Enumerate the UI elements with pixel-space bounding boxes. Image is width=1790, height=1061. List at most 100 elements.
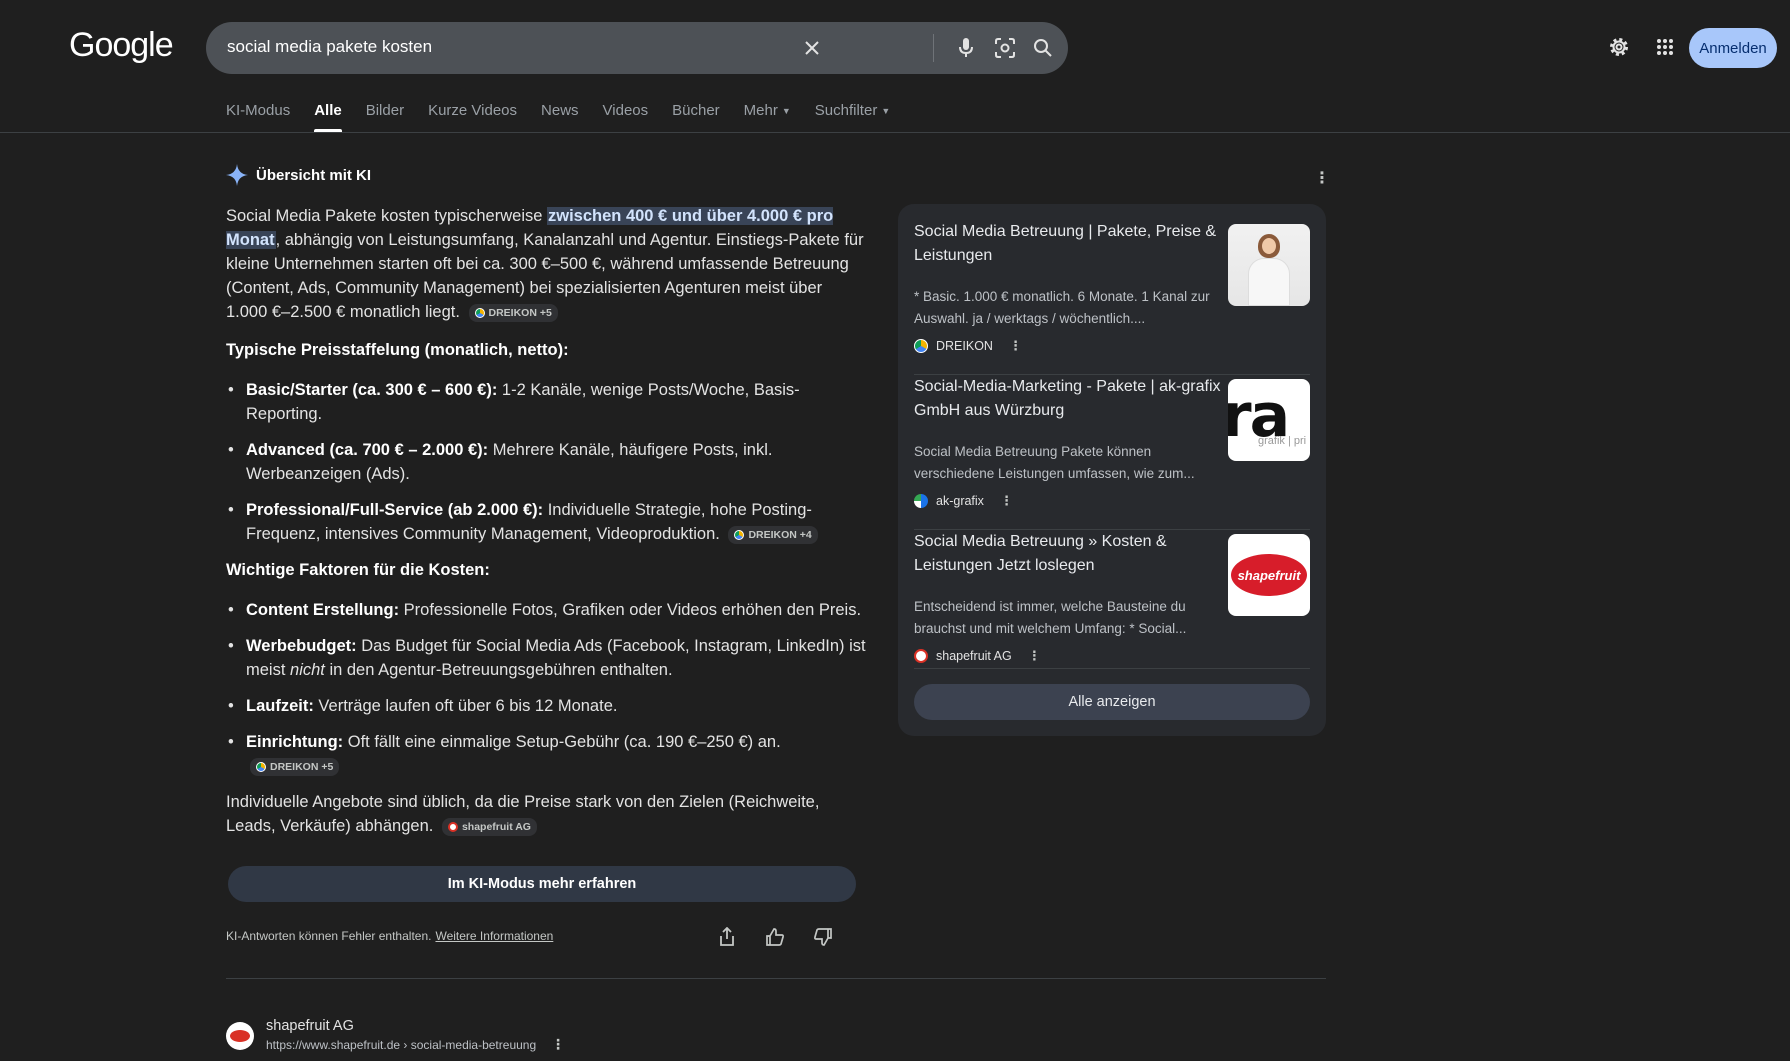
source-site-name: shapefruit AG xyxy=(936,649,1012,663)
shapefruit-favicon xyxy=(447,821,458,832)
factor-label: Laufzeit: xyxy=(246,697,314,715)
source-chip-label: shapefruit AG xyxy=(461,820,531,833)
result-url[interactable]: https://www.shapefruit.de › social-media… xyxy=(266,1038,536,1052)
tier-label: Advanced (ca. 700 € – 2.000 €): xyxy=(246,441,489,459)
dreikon-favicon xyxy=(734,529,745,540)
source-site-name: DREIKON xyxy=(936,339,993,353)
sources-panel: Social Media Betreuung | Pakete, Preise … xyxy=(898,204,1326,736)
clear-icon[interactable] xyxy=(799,35,825,61)
show-all-button[interactable]: Alle anzeigen xyxy=(914,684,1310,720)
settings-gear-icon[interactable] xyxy=(1606,34,1632,60)
source-site: ak-grafix ⋮ xyxy=(914,493,1013,509)
result-menu-icon[interactable]: ⋮ xyxy=(551,1036,565,1053)
thumbs-down-icon[interactable] xyxy=(812,926,834,948)
ai-overview-menu-icon[interactable]: ⋮ xyxy=(1314,168,1330,188)
factor-label: Werbebudget: xyxy=(246,637,357,655)
source-desc: Entscheidend ist immer, welche Bausteine… xyxy=(914,599,1187,636)
source-thumbnail[interactable] xyxy=(1228,224,1310,306)
tab-alle[interactable]: Alle xyxy=(314,100,342,132)
signin-button[interactable]: Anmelden xyxy=(1689,28,1777,68)
shapefruit-favicon xyxy=(914,649,928,663)
source-chip-label: DREIKON +4 xyxy=(748,528,812,541)
source-chip[interactable]: DREIKON +5 xyxy=(468,303,558,322)
tab-videos[interactable]: Videos xyxy=(603,100,649,132)
apps-grid-icon[interactable] xyxy=(1652,34,1678,60)
factor-emphasis: nicht xyxy=(290,661,325,679)
header-divider xyxy=(0,132,1790,133)
source-menu-icon[interactable]: ⋮ xyxy=(1009,338,1022,354)
shapefruit-logo: shapefruit xyxy=(1231,554,1307,596)
source-chip[interactable]: DREIKON +4 xyxy=(728,525,818,544)
tab-suchfilter[interactable]: Suchfilter ▼ xyxy=(815,100,890,132)
source-thumbnail[interactable]: ra grafik | pri xyxy=(1228,379,1310,461)
search-box[interactable]: social media pakete kosten xyxy=(206,22,1068,74)
thumbnail-person-body xyxy=(1248,258,1290,306)
pricing-heading: Typische Preisstaffelung (monatlich, net… xyxy=(226,341,569,359)
ki-mode-button[interactable]: Im KI-Modus mehr erfahren xyxy=(228,866,856,902)
source-desc: Social Media Betreuung Pakete können ver… xyxy=(914,444,1195,481)
factor-text: Professionelle Fotos, Grafiken oder Vide… xyxy=(399,601,862,619)
share-icon[interactable] xyxy=(716,926,738,948)
list-item: Basic/Starter (ca. 300 € – 600 €): 1-2 K… xyxy=(226,378,866,426)
factor-text: Verträge laufen oft über 6 bis 12 Monate… xyxy=(313,697,618,715)
dreikon-favicon xyxy=(914,339,928,353)
source-title[interactable]: Social-Media-Marketing - Pakete | ak-gra… xyxy=(914,375,1226,423)
ai-closing: Individuelle Angebote sind üblich, da di… xyxy=(226,790,866,838)
source-menu-icon[interactable]: ⋮ xyxy=(1028,648,1041,664)
ai-intro-before: Social Media Pakete kosten typischerweis… xyxy=(226,207,547,225)
lens-icon[interactable] xyxy=(992,35,1018,61)
pricing-tier-list: Basic/Starter (ca. 300 € – 600 €): 1-2 K… xyxy=(226,378,866,546)
ai-sparkle-icon xyxy=(226,164,248,186)
result-site-name[interactable]: shapefruit AG xyxy=(266,1018,354,1034)
microphone-icon[interactable] xyxy=(953,35,979,61)
source-site: DREIKON ⋮ xyxy=(914,338,1022,354)
tab-buecher[interactable]: Bücher xyxy=(672,100,720,132)
factor-text: in den Agentur-Betreuungsgebühren enthal… xyxy=(324,661,673,679)
search-divider xyxy=(933,34,934,62)
thumbnail-logo-subtext: grafik | pri xyxy=(1258,435,1307,447)
ai-overview-title: Übersicht mit KI xyxy=(256,166,372,184)
ak-grafix-favicon xyxy=(914,494,928,508)
ai-overview-body: Social Media Pakete kosten typischerweis… xyxy=(226,204,866,852)
list-item: Einrichtung: Oft fällt eine einmalige Se… xyxy=(226,730,866,778)
tab-ki-modus[interactable]: KI-Modus xyxy=(226,100,290,132)
source-title[interactable]: Social Media Betreuung » Kosten & Leistu… xyxy=(914,530,1226,578)
source-title[interactable]: Social Media Betreuung | Pakete, Preise … xyxy=(914,220,1226,268)
dreikon-favicon xyxy=(256,761,266,772)
tab-mehr[interactable]: Mehr ▼ xyxy=(744,100,791,132)
list-item: Professional/Full-Service (ab 2.000 €): … xyxy=(226,498,866,546)
source-thumbnail[interactable]: shapefruit xyxy=(1228,534,1310,616)
ai-disclaimer: KI-Antworten können Fehler enthalten. Wei… xyxy=(226,929,553,943)
thumbs-up-icon[interactable] xyxy=(764,926,786,948)
thumbnail-person-face xyxy=(1262,238,1276,254)
tab-news[interactable]: News xyxy=(541,100,579,132)
more-info-link[interactable]: Weitere Informationen xyxy=(435,929,553,943)
list-item: Werbebudget: Das Budget für Social Media… xyxy=(226,634,866,682)
ai-intro: Social Media Pakete kosten typischerweis… xyxy=(226,204,866,324)
dreikon-favicon xyxy=(474,307,485,318)
search-input[interactable]: social media pakete kosten xyxy=(227,37,432,57)
section-divider xyxy=(226,978,1326,979)
shapefruit-favicon[interactable] xyxy=(226,1022,254,1050)
list-item: Advanced (ca. 700 € – 2.000 €): Mehrere … xyxy=(226,438,866,486)
source-desc: * Basic. 1.000 € monatlich. 6 Monate. 1 … xyxy=(914,289,1210,326)
factors-heading: Wichtige Faktoren für die Kosten: xyxy=(226,561,490,579)
caret-down-icon: ▼ xyxy=(881,106,891,117)
ai-overview-header: Übersicht mit KI xyxy=(226,164,371,186)
source-chip[interactable]: DREIKON +5 xyxy=(250,757,340,776)
factor-label: Content Erstellung: xyxy=(246,601,400,619)
tab-mehr-label: Mehr xyxy=(743,102,778,119)
source-chip[interactable]: shapefruit AG xyxy=(441,817,537,836)
tab-kurze-videos[interactable]: Kurze Videos xyxy=(428,100,517,132)
source-chip-label: DREIKON +5 xyxy=(270,760,334,773)
source-chip-label: DREIKON +5 xyxy=(488,306,552,319)
tab-bilder[interactable]: Bilder xyxy=(366,100,404,132)
tier-label: Professional/Full-Service (ab 2.000 €): xyxy=(246,501,544,519)
source-menu-icon[interactable]: ⋮ xyxy=(1000,493,1013,509)
caret-down-icon: ▼ xyxy=(781,106,791,117)
list-item: Laufzeit: Verträge laufen oft über 6 bis… xyxy=(226,694,866,718)
search-icon[interactable] xyxy=(1030,35,1056,61)
source-site-name: ak-grafix xyxy=(936,494,984,508)
shapefruit-favicon-mark xyxy=(230,1030,250,1042)
google-logo[interactable]: Google xyxy=(69,26,174,65)
